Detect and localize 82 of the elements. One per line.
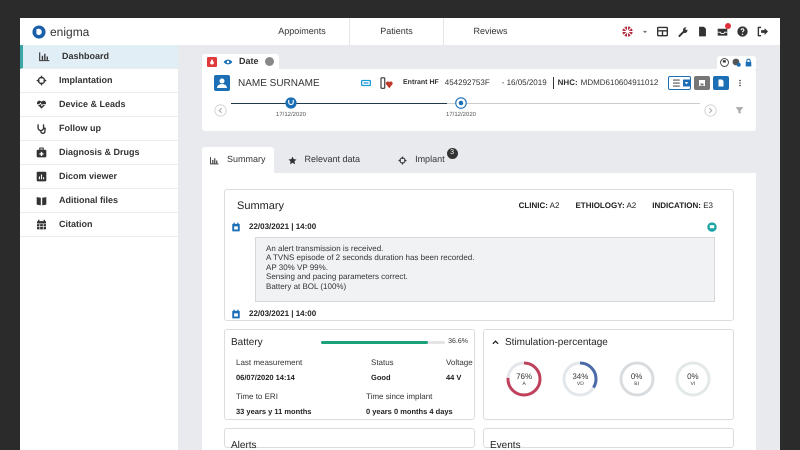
implant-date: - 16/05/2019 — [502, 77, 547, 89]
bar-chart-icon — [39, 51, 50, 62]
sidebar-item[interactable]: Dashboard — [20, 45, 178, 69]
nav-link[interactable]: Reviews — [443, 18, 537, 45]
star-icon — [288, 156, 297, 164]
gauge-value: 0% — [687, 372, 699, 380]
section-title: Summary — [237, 199, 284, 214]
nav-link[interactable]: Appoiments — [255, 18, 349, 45]
patient-name: NAME SURNAME — [238, 76, 321, 90]
sidebar-item[interactable]: Implantation — [20, 69, 178, 93]
summary-field: CLINIC: A2 — [518, 200, 560, 212]
progress-ring-track — [674, 360, 712, 398]
bar-chart-icon — [210, 156, 219, 164]
sidebar-item[interactable]: Citation — [20, 213, 178, 237]
entry-datetime: 22/03/2021 | 14:00 — [249, 308, 316, 320]
list-dropdown-button[interactable] — [668, 76, 691, 90]
note-line: An alert transmission is received. — [266, 244, 384, 253]
help-icon[interactable] — [737, 26, 748, 37]
calendar-icon — [231, 222, 241, 232]
sidebar-item[interactable]: Diagnosis & Drugs — [20, 141, 178, 165]
nhc-label: NHC: — [552, 77, 578, 89]
medical-kit-icon — [36, 147, 47, 158]
card-title: Events — [490, 440, 521, 450]
crosshair-icon — [36, 75, 47, 86]
tab[interactable]: Summary — [202, 147, 274, 173]
progress-ring-track — [618, 360, 656, 398]
nhc-number: MDMD610604911012 — [580, 77, 658, 89]
sidebar-item[interactable]: Dicom viewer — [20, 165, 178, 189]
stat-label: Time to ERI — [236, 391, 279, 404]
lock-icon — [744, 58, 753, 67]
open-book-icon — [36, 195, 47, 206]
note-line: AP 30% VP 99%. — [266, 262, 329, 272]
caret-down-icon — [642, 28, 648, 34]
document-button[interactable] — [713, 76, 729, 90]
logo-text: enigma — [50, 24, 90, 40]
crosshair-icon — [398, 156, 408, 164]
stethoscope-icon — [36, 123, 47, 134]
note-line: Battery at BOL (100%) — [266, 282, 348, 291]
logo-icon — [32, 24, 46, 38]
stethoscope-node-icon[interactable] — [285, 97, 297, 109]
summary-field: INDICATION: E3 — [652, 200, 713, 212]
inbox-icon[interactable] — [717, 26, 728, 37]
eye-icon — [223, 56, 233, 66]
stat-label: Status — [371, 357, 395, 369]
calendar-icon — [231, 309, 241, 319]
calendar-icon — [36, 219, 47, 230]
chevron-up-icon[interactable] — [492, 339, 499, 346]
card-title: Alerts — [231, 440, 257, 450]
heart-pulse-icon — [36, 99, 47, 110]
serial-number: 454292753F — [444, 77, 490, 89]
message-icon[interactable] — [707, 222, 717, 232]
card-title: Battery — [231, 336, 264, 350]
blood-drop-icon — [207, 56, 217, 66]
sidebar-item[interactable]: Follow up — [20, 117, 178, 141]
summary-field: ETHIOLOGY: A2 — [575, 200, 636, 212]
sidebar-item[interactable]: Aditional files — [20, 189, 178, 213]
nav-link[interactable]: Patients — [349, 18, 443, 45]
note-line: Sensing and pacing parameters correct. — [266, 272, 409, 282]
sidebar-item[interactable]: Device & Leads — [20, 93, 178, 117]
document-icon — [717, 79, 725, 87]
save-button[interactable] — [694, 76, 710, 90]
stat-label: Last measurement — [236, 357, 304, 369]
flag-icon — [720, 58, 729, 67]
user-icon — [214, 75, 230, 91]
gauge-value: 76% — [516, 372, 532, 380]
note-line: A TVNS episode of 2 seconds duration has been recorded. — [266, 253, 476, 262]
stat-label: Voltage — [446, 357, 473, 369]
logout-icon[interactable] — [757, 26, 768, 37]
wrench-icon[interactable] — [677, 26, 688, 37]
tab-label: Date — [239, 54, 259, 68]
entry-datetime: 22/03/2021 | 14:00 — [249, 220, 316, 232]
table-icon[interactable] — [657, 26, 668, 37]
stat-label: Time since implant — [366, 391, 434, 404]
floppy-icon — [698, 79, 706, 87]
caret-down-icon — [683, 77, 690, 89]
document-icon[interactable] — [697, 26, 708, 37]
image-chart-icon — [36, 171, 47, 182]
tab[interactable]: Relevant data — [280, 147, 368, 173]
card-title: Stimulation-percentage — [505, 336, 608, 350]
gauge-value: 34% — [572, 372, 588, 380]
gauge-value: 0% — [630, 372, 642, 380]
card-icon — [361, 78, 371, 88]
